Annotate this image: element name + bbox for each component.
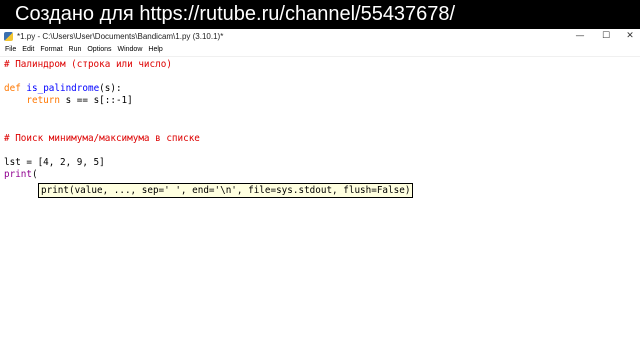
- menu-bar: File Edit Format Run Options Window Help: [0, 44, 640, 57]
- code-line-4: return s == s[::-1]: [4, 95, 133, 107]
- keyword-token: return: [26, 95, 60, 106]
- menu-format[interactable]: Format: [37, 44, 65, 56]
- window-title-bar[interactable]: *1.py - C:\Users\User\Documents\Bandicam…: [0, 29, 640, 45]
- plain-token: lst = [4, 2, 9, 5]: [4, 157, 105, 168]
- editor-scrollbar[interactable]: [628, 57, 640, 360]
- comment-token: # Поиск минимума/максимума в списке: [4, 133, 200, 144]
- menu-help[interactable]: Help: [145, 44, 165, 56]
- watermark-banner: Создано для https://rutube.ru/channel/55…: [0, 0, 640, 29]
- menu-edit[interactable]: Edit: [19, 44, 37, 56]
- function-name-token: is_palindrome: [26, 83, 100, 94]
- builtin-token: print: [4, 169, 32, 180]
- minimize-button[interactable]: —: [568, 29, 592, 44]
- menu-file[interactable]: File: [0, 44, 19, 56]
- plain-token: s == s[::-1]: [59, 95, 133, 106]
- window-title: *1.py - C:\Users\User\Documents\Bandicam…: [17, 32, 224, 41]
- close-button[interactable]: ✕: [618, 29, 640, 44]
- code-line-1: # Палиндром (строка или число): [4, 59, 172, 71]
- plain-token: (: [32, 169, 38, 180]
- calltip-tooltip: print(value, ..., sep=' ', end='\n', fil…: [38, 183, 414, 198]
- plain-token: (s):: [99, 83, 122, 94]
- menu-run[interactable]: Run: [66, 44, 85, 56]
- menu-window[interactable]: Window: [114, 44, 145, 56]
- code-line-9: lst = [4, 2, 9, 5]: [4, 157, 105, 169]
- code-line-10: print(: [4, 169, 38, 181]
- indent-token: [4, 95, 26, 106]
- keyword-token: def: [4, 83, 21, 94]
- menu-options[interactable]: Options: [84, 44, 114, 56]
- code-line-7: # Поиск минимума/максимума в списке: [4, 133, 200, 145]
- maximize-button[interactable]: ☐: [594, 29, 618, 44]
- watermark-text: Создано для https://rutube.ru/channel/55…: [15, 3, 456, 25]
- code-line-3: def is_palindrome(s):: [4, 83, 122, 95]
- python-idle-icon: [4, 32, 13, 41]
- code-editor[interactable]: # Палиндром (строка или число) def is_pa…: [0, 57, 640, 360]
- comment-token: # Палиндром (строка или число): [4, 59, 172, 70]
